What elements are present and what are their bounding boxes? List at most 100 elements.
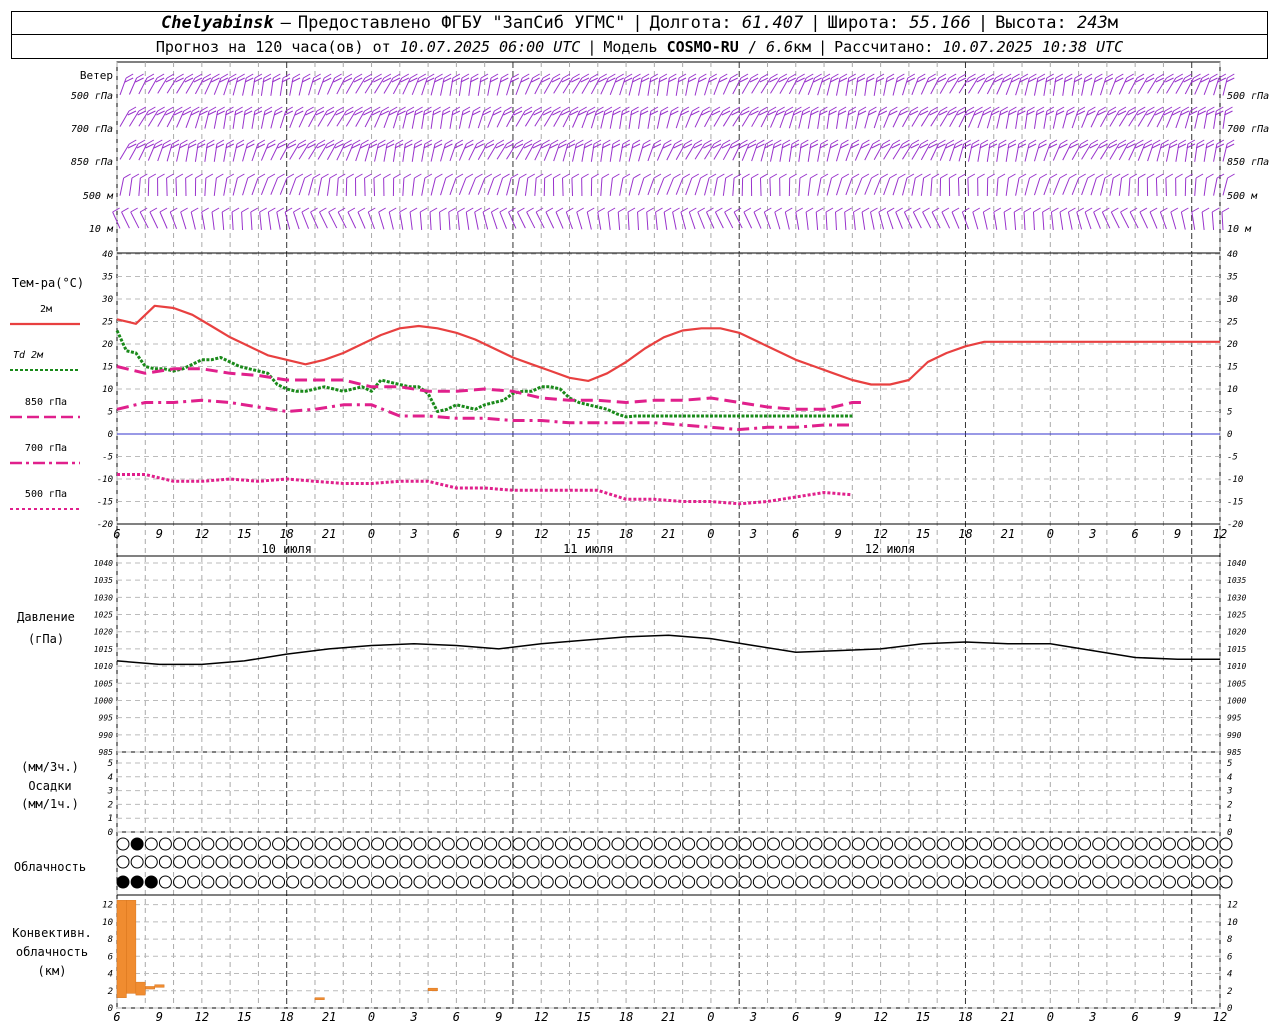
wind-barb	[458, 106, 471, 129]
conv-bar	[314, 997, 325, 1000]
wind-barb-staff	[1003, 211, 1007, 230]
wind-level-label: 700 гПа	[71, 124, 113, 135]
conv-title-3: (км)	[38, 964, 67, 978]
wind-barb-flag	[674, 139, 683, 145]
wind-barb	[1052, 106, 1065, 129]
wind-barb-flag	[1033, 207, 1041, 213]
cloud-symbol	[427, 837, 441, 851]
wind-barb-flag	[328, 207, 336, 213]
wind-barb	[562, 106, 579, 128]
wind-barb-flag	[195, 173, 203, 179]
wind-barb-staff	[581, 110, 589, 129]
wind-barb	[798, 139, 809, 162]
wind-barb-staff	[487, 110, 495, 128]
wind-barb	[419, 207, 428, 230]
wind-barb	[600, 106, 613, 129]
wind-barb-staff	[638, 110, 642, 129]
wind-barb-flag	[1175, 73, 1184, 79]
pressure-ytick: 1020	[94, 628, 113, 637]
wind-barb	[1024, 173, 1037, 196]
wind-barb-staff	[864, 110, 870, 129]
wind-barb-flag	[555, 207, 564, 213]
wind-barb	[364, 173, 372, 197]
wind-barb-staff	[1062, 143, 1072, 161]
wind-barb-staff	[260, 143, 269, 161]
wind-barb-staff	[743, 211, 753, 229]
wind-barb-staff	[694, 177, 702, 196]
wind-barb-flag	[857, 73, 866, 79]
wind-barb-staff	[694, 110, 704, 128]
wind-barb-flag	[751, 106, 759, 112]
wind-barb	[807, 106, 819, 129]
wind-barb	[204, 139, 215, 162]
wind-barb-flag	[156, 73, 165, 79]
wind-barb-flag	[999, 139, 1007, 145]
wind-barb	[1024, 139, 1037, 162]
cloud-symbol	[724, 837, 738, 851]
conv-xtick: 18	[958, 1010, 972, 1024]
wind-barb	[666, 139, 683, 161]
wind-barb-staff	[1213, 77, 1220, 96]
wind-barb-flag	[388, 207, 397, 213]
cloud-symbol	[1021, 837, 1035, 851]
cloud-symbol	[512, 855, 526, 869]
wind-barb-staff	[430, 77, 437, 96]
pressure-line	[116, 634, 1220, 666]
wind-barb	[968, 106, 983, 128]
cloud-symbol	[1148, 855, 1162, 869]
wind-barb-flag	[1060, 139, 1068, 145]
wind-barb-staff	[211, 211, 215, 230]
wind-barb-flag	[1111, 207, 1119, 213]
temp-xtick: 21	[1001, 527, 1015, 541]
wind-barb-staff	[421, 77, 428, 96]
wind-barb-staff	[1175, 143, 1180, 162]
wind-barb-staff	[590, 110, 597, 129]
wind-barb-flag	[419, 207, 428, 213]
wind-barb	[1211, 207, 1220, 230]
wind-barb	[741, 173, 750, 197]
wind-barb-flag	[1008, 139, 1017, 145]
wind-barb-staff	[1024, 110, 1029, 129]
wind-barb	[1005, 73, 1020, 95]
wind-barb-flag	[406, 106, 415, 112]
wind-barb	[835, 73, 848, 96]
wind-barb-flag	[581, 73, 590, 79]
precip-ytick-right: 2	[1227, 800, 1232, 810]
wind-barb-staff	[465, 211, 470, 230]
wind-barb-flag	[335, 139, 344, 145]
wind-barb	[1137, 173, 1146, 197]
wind-barb-flag	[769, 173, 778, 179]
wind-barb-flag	[514, 106, 523, 112]
wind-barb	[688, 207, 697, 230]
cloud-symbol	[455, 855, 469, 869]
wind-barb-staff	[835, 77, 841, 96]
wind-barb	[1175, 139, 1187, 162]
temp-ytick: 5	[108, 408, 113, 418]
wind-barb-staff	[1090, 177, 1097, 196]
wind-barb-staff	[864, 77, 868, 96]
wind-barb-staff	[666, 143, 676, 161]
wind-barb-staff	[571, 177, 574, 197]
wind-barb-flag	[466, 139, 474, 145]
wind-barb-staff	[166, 177, 168, 197]
wind-barb-flag	[597, 207, 605, 213]
wind-barb-staff	[1128, 177, 1131, 196]
wind-barb-staff	[647, 110, 652, 129]
wind-barb-flag	[1080, 139, 1089, 145]
wind-barb-flag	[587, 106, 596, 112]
wind-barb	[996, 106, 1009, 129]
wind-barb-staff	[878, 211, 885, 230]
wind-barb-staff	[883, 77, 888, 96]
wind-barb-staff	[279, 110, 287, 129]
conv-ytick: 10	[102, 918, 113, 928]
wind-barb	[870, 207, 878, 230]
wind-barb-staff	[1170, 211, 1177, 230]
wind-barb	[741, 139, 757, 161]
wind-barb	[487, 139, 505, 160]
wind-barb	[383, 173, 391, 197]
wind-barb-staff	[1043, 110, 1048, 129]
wind-barb	[326, 173, 338, 196]
wind-barb-staff	[774, 211, 781, 230]
wind-barb	[600, 73, 616, 95]
wind-barb-staff	[724, 211, 734, 229]
